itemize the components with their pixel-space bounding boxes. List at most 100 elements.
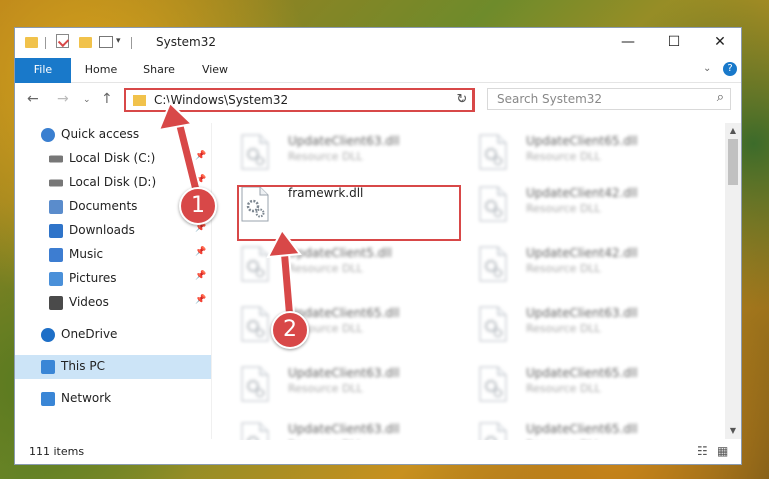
sidebar-item[interactable]: This PC [15,355,211,379]
pin-icon[interactable]: 📌 [195,295,206,305]
file-list: UpdateClient63.dll Resource DLL UpdateClie… [212,120,726,440]
address-path[interactable]: C:\Windows\System32 [154,93,288,107]
file-item[interactable]: UpdateClient63.dllResource DLL [232,418,452,440]
file-item[interactable]: UpdateClient65.dll Resource DLL [470,130,690,184]
file-name: UpdateClient42.dll [526,246,638,260]
scroll-down-icon[interactable]: ▼ [725,423,741,439]
scroll-up-icon[interactable]: ▲ [725,123,741,139]
file-name: UpdateClient65.dll [526,422,638,436]
file-name: UpdateClient65.dll [526,134,638,148]
dll-file-icon [240,246,270,282]
title-bar: ▾ System32 — ☐ ✕ [15,28,741,58]
expand-ribbon-icon[interactable]: ⌄ [703,63,711,74]
dll-file-icon [478,246,508,282]
file-item[interactable]: UpdateClient65.dllResource DLL [470,418,690,440]
sidebar-item[interactable]: OneDrive [15,323,211,347]
sidebar-item[interactable]: Music 📌 [15,243,211,267]
file-name: UpdateClient63.dll [288,366,400,380]
file-name: UpdateClient63.dll [526,306,638,320]
navigation-bar: ← → ⌄ ↑ C:\Windows\System32 ⌄ ↻ Search S… [15,83,741,117]
scroll-thumb[interactable] [728,139,738,185]
file-description: Resource DLL [526,382,601,395]
pin-icon[interactable]: 📌 [195,271,206,281]
help-icon[interactable]: ? [723,62,737,76]
file-item[interactable]: UpdateClient65.dll Resource DLL [470,362,690,416]
sidebar-item[interactable]: Local Disk (D:) 📌 [15,171,211,195]
file-description: Resource DLL [526,150,601,163]
file-name: UpdateClient65.dll [526,366,638,380]
item-count: 111 items [29,445,85,458]
properties-icon[interactable] [56,34,70,48]
recent-locations-icon[interactable]: ⌄ [83,95,91,105]
refresh-button[interactable]: ↻ [451,88,475,112]
address-bar[interactable]: C:\Windows\System32 ⌄ [124,88,474,112]
file-item[interactable]: UpdateClient42.dll Resource DLL [470,242,690,296]
large-icons-view-icon[interactable]: ▦ [717,444,731,458]
sidebar-item-label: Documents [69,199,138,213]
folder-icon [25,37,38,48]
step-1-callout: 1 [179,187,217,225]
tab-home[interactable]: Home [79,58,123,82]
sidebar-item-label: OneDrive [61,327,118,341]
computer-icon [41,360,55,374]
search-input[interactable]: Search System32 ⌕ [487,88,731,110]
music-icon [49,248,63,262]
highlight-box [237,185,461,241]
cloud-icon [41,328,55,342]
sidebar-item-label: Music [69,247,104,261]
sidebar-item[interactable]: Quick access [15,123,211,147]
tab-share[interactable]: Share [137,58,181,82]
file-description: Resource DLL [288,262,363,275]
file-item[interactable]: UpdateClient63.dll Resource DLL [470,302,690,356]
minimize-button[interactable]: — [605,28,651,58]
sidebar-item-label: Quick access [61,127,140,141]
file-name: UpdateClient5.dll [288,246,392,260]
maximize-button[interactable]: ☐ [651,28,697,58]
navigation-pane: Quick access Local Disk (C:) 📌 Local Disk (… [15,123,211,439]
sidebar-item[interactable]: Downloads 📌 [15,219,211,243]
folder-icon [133,95,146,106]
vertical-scrollbar[interactable]: ▲ ▼ [725,123,741,439]
sidebar-item-label: Local Disk (C:) [69,151,156,165]
sidebar-item[interactable]: Network [15,387,211,411]
pin-icon[interactable]: 📌 [195,151,206,161]
sidebar-item-label: Videos [69,295,109,309]
file-name: UpdateClient63.dll [288,134,400,148]
close-button[interactable]: ✕ [697,28,741,58]
dll-file-icon [478,422,508,440]
dll-file-icon [240,366,270,402]
drive-icon [49,155,63,163]
sidebar-item[interactable]: Videos 📌 [15,291,211,315]
file-item[interactable]: UpdateClient65.dllResource DLL [232,302,452,356]
file-description: Resource DLL [526,202,601,215]
sidebar-item-label: Downloads [69,223,135,237]
search-placeholder: Search System32 [497,92,603,106]
sidebar-item-label: This PC [61,359,105,373]
search-icon[interactable]: ⌕ [717,90,724,105]
forward-arrow-icon[interactable]: → [57,91,69,107]
customize-icon[interactable] [99,36,113,48]
pin-icon[interactable]: 📌 [195,247,206,257]
file-item[interactable]: UpdateClient5.dll Resource DLL [232,242,452,296]
file-item[interactable]: UpdateClient63.dllResource DLL [232,130,452,184]
sidebar-item[interactable]: Pictures 📌 [15,267,211,291]
videos-icon [49,296,63,310]
star-icon [41,128,55,142]
ribbon: File Home Share View ⌄ ? [15,58,741,112]
back-arrow-icon[interactable]: ← [27,91,39,107]
sidebar-item[interactable]: Local Disk (C:) 📌 [15,147,211,171]
new-folder-icon[interactable] [79,37,92,48]
file-description: Resource DLL [288,382,363,395]
step-2-callout: 2 [271,311,309,349]
file-item[interactable]: UpdateClient42.dll Resource DLL [470,182,690,236]
up-arrow-icon[interactable]: ↑ [101,91,113,107]
file-name: UpdateClient42.dll [526,186,638,200]
pin-icon[interactable]: 📌 [195,175,206,185]
dll-file-icon [478,306,508,342]
window-title: System32 [156,35,217,49]
details-view-icon[interactable]: ☷ [697,444,711,458]
chevron-down-icon[interactable]: ▾ [116,36,121,50]
file-item[interactable]: UpdateClient63.dll Resource DLL [232,362,452,416]
tab-view[interactable]: View [193,58,237,82]
file-description: Resource DLL [526,322,601,335]
